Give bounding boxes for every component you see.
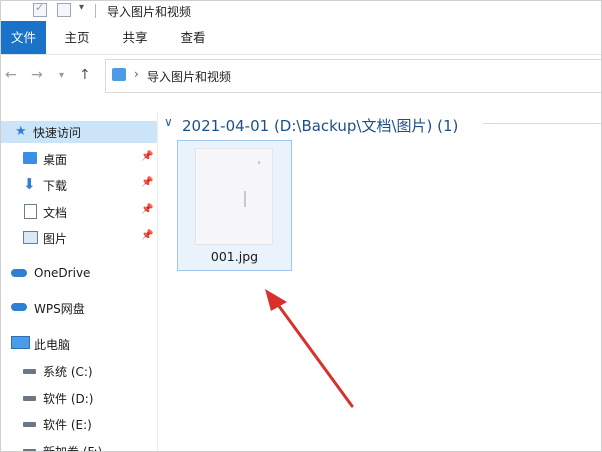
arrow-shaft [274,300,354,408]
arrow-head [265,289,287,311]
annotation-arrow-icon [265,289,354,408]
